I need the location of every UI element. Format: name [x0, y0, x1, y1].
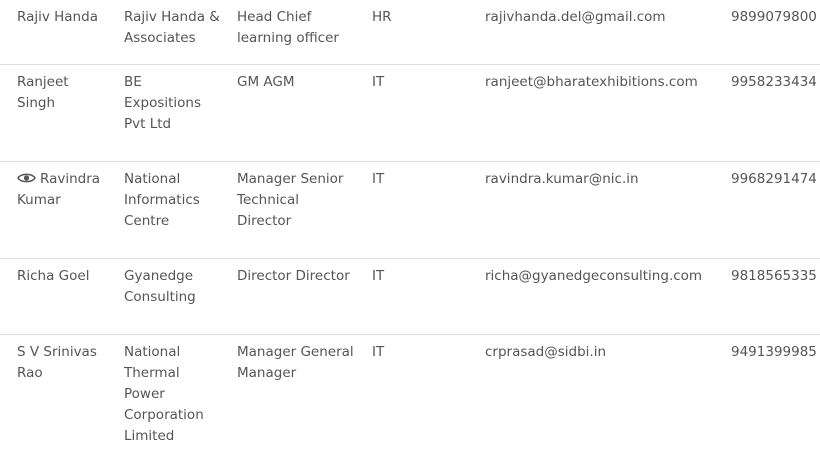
contact-department: IT — [372, 171, 385, 187]
contact-designation: GM AGM — [237, 74, 295, 90]
contacts-table: Rajiv Handa Rajiv Handa & Associates Hea… — [0, 0, 820, 466]
table-row[interactable]: S V Srinivas Rao National Thermal Power … — [0, 335, 820, 466]
table-row[interactable]: Ravindra Kumar National Informatics Cent… — [0, 162, 820, 259]
contact-phone: 9491399985 — [731, 344, 817, 360]
table-row[interactable]: Rajiv Handa Rajiv Handa & Associates Hea… — [0, 0, 820, 65]
contact-email: crprasad@sidbi.in — [485, 344, 607, 360]
contact-email: richa@gyanedgeconsulting.com — [485, 268, 703, 284]
contact-company: Rajiv Handa & Associates — [124, 9, 220, 46]
contact-designation: Director Director — [237, 268, 350, 284]
contact-name: Rajiv Handa — [17, 9, 98, 25]
contact-designation: Manager Senior Technical Director — [237, 171, 344, 229]
table-row[interactable]: Richa Goel Gyanedge Consulting Director … — [0, 259, 820, 335]
contact-company: Gyanedge Consulting — [124, 268, 196, 305]
eye-icon[interactable] — [17, 172, 36, 184]
contact-name: S V Srinivas Rao — [17, 344, 97, 381]
contact-department: IT — [372, 74, 385, 90]
contact-name-cell: Ravindra Kumar — [0, 162, 107, 259]
contact-designation: Head Chief learning officer — [237, 9, 339, 46]
contact-phone: 9899079800 — [731, 9, 817, 25]
contact-company: National Thermal Power Corporation Limit… — [124, 344, 204, 444]
contact-phone: 9968291474 — [731, 171, 817, 187]
contact-name: Richa Goel — [17, 268, 90, 284]
contact-designation: Manager General Manager — [237, 344, 354, 381]
table-row[interactable]: Ranjeet Singh BE Expositions Pvt Ltd GM … — [0, 65, 820, 162]
contact-department: IT — [372, 268, 385, 284]
contact-email: ranjeet@bharatexhibitions.com — [485, 74, 698, 90]
contact-phone: 9818565335 — [731, 268, 817, 284]
contact-department: IT — [372, 344, 385, 360]
contact-company: National Informatics Centre — [124, 171, 200, 229]
contact-name: Ranjeet Singh — [17, 74, 69, 111]
contact-phone: 9958233434 — [731, 74, 817, 90]
contact-department: HR — [372, 9, 392, 25]
contact-email: rajivhanda.del@gmail.com — [485, 9, 666, 25]
contact-company: BE Expositions Pvt Ltd — [124, 74, 202, 132]
contact-email: ravindra.kumar@nic.in — [485, 171, 639, 187]
